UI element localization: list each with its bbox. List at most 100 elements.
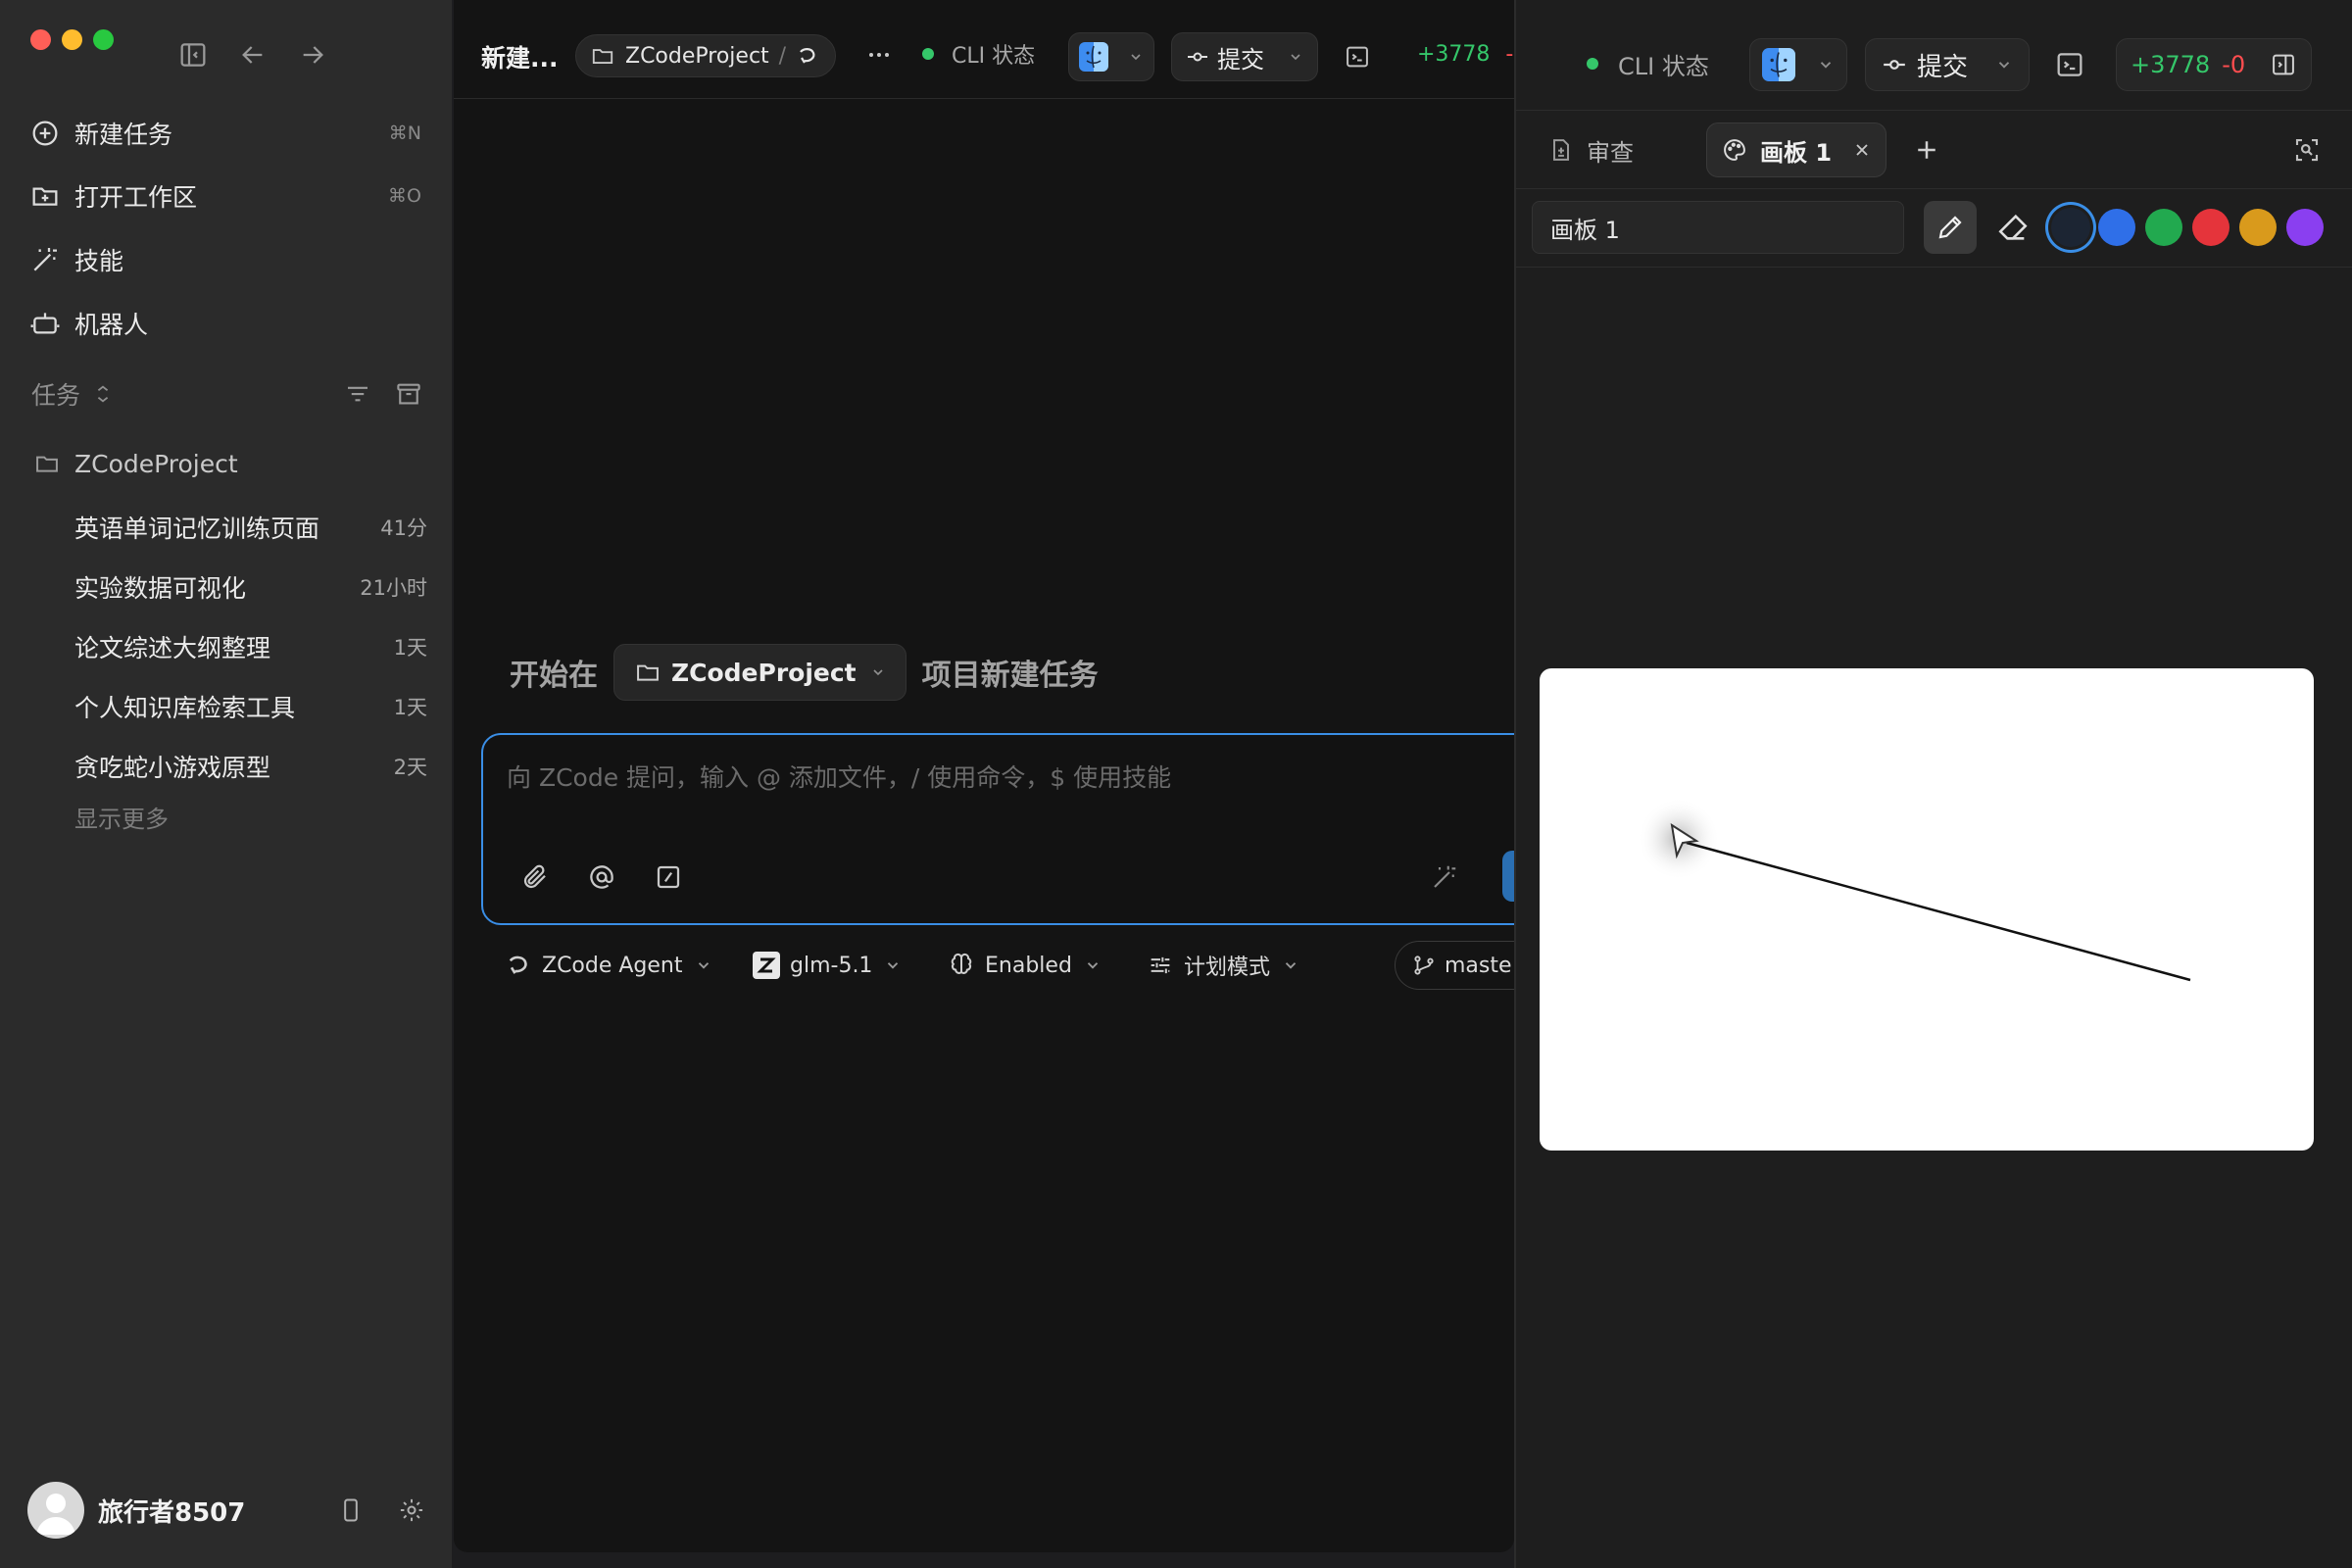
forward-arrow-icon[interactable] bbox=[297, 39, 328, 71]
task-item[interactable]: 实验数据可视化 21小时 bbox=[74, 563, 427, 612]
nav-label: 打开工作区 bbox=[74, 183, 198, 212]
robot-button[interactable]: 机器人 bbox=[29, 300, 421, 347]
divider bbox=[1516, 110, 2352, 111]
color-swatch[interactable] bbox=[2098, 209, 2135, 246]
open-workspace-button[interactable]: 打开工作区 ⌘O bbox=[29, 172, 421, 220]
canvas-panel: CLI 状态 提交 +3778 -0 审查 画板 1 画板 1 bbox=[1514, 0, 2352, 1568]
folder-icon bbox=[634, 659, 662, 686]
board-name-field[interactable]: 画板 1 bbox=[1532, 201, 1904, 254]
add-tab-icon[interactable] bbox=[1912, 135, 1941, 165]
slash-command-icon[interactable] bbox=[654, 862, 683, 892]
magic-wand-icon bbox=[29, 244, 61, 275]
project-name: ZCodeProject bbox=[625, 43, 769, 69]
zoom-window-button[interactable] bbox=[93, 29, 114, 50]
finder-app-selector[interactable] bbox=[1749, 38, 1847, 91]
pen-tool-button[interactable] bbox=[1924, 201, 1977, 254]
task-item[interactable]: 贪吃蛇小游戏原型 2天 bbox=[74, 742, 427, 791]
diff-stats[interactable]: +3778 -0 bbox=[1417, 42, 1514, 67]
start-project-selector[interactable]: ZCodeProject bbox=[613, 644, 906, 701]
color-swatch[interactable] bbox=[2286, 209, 2324, 246]
enhance-prompt-icon[interactable] bbox=[1430, 862, 1459, 892]
skills-button[interactable]: 技能 bbox=[29, 236, 421, 283]
board-name-value: 画板 1 bbox=[1550, 216, 1620, 244]
task-age: 2天 bbox=[393, 756, 427, 779]
filter-icon[interactable] bbox=[343, 379, 372, 409]
prompt-input[interactable]: 向 ZCode 提问，输入 @ 添加文件，/ 使用命令，$ 使用技能 bbox=[507, 759, 1171, 794]
mode-selector[interactable]: 计划模式 bbox=[1147, 942, 1299, 989]
task-item[interactable]: 英语单词记忆训练页面 41分 bbox=[74, 503, 427, 552]
project-item[interactable]: ZCodeProject bbox=[33, 441, 238, 486]
nav-label: 机器人 bbox=[74, 311, 149, 339]
cli-status[interactable]: CLI 状态 bbox=[1587, 47, 1709, 80]
show-more-link[interactable]: 显示更多 bbox=[74, 800, 169, 834]
more-options-icon[interactable] bbox=[865, 45, 893, 65]
back-arrow-icon[interactable] bbox=[237, 39, 269, 71]
task-title: 论文综述大纲整理 bbox=[74, 634, 271, 662]
new-task-button[interactable]: 新建任务 ⌘N bbox=[29, 110, 421, 157]
plus-circle-icon bbox=[29, 118, 61, 149]
cli-status-label: CLI 状态 bbox=[952, 44, 1036, 69]
at-mention-icon[interactable] bbox=[587, 862, 616, 892]
tab-review[interactable]: 审查 bbox=[1547, 125, 1634, 174]
tab-label: 画板 1 bbox=[1760, 138, 1833, 167]
commit-icon bbox=[1186, 45, 1209, 69]
color-swatch[interactable] bbox=[2192, 209, 2230, 246]
commit-button[interactable]: 提交 bbox=[1171, 32, 1318, 81]
divider bbox=[1516, 188, 2352, 189]
drawn-stroke bbox=[1686, 841, 2191, 982]
terminal-icon[interactable] bbox=[1344, 43, 1371, 71]
diff-stats[interactable]: +3778 -0 bbox=[2116, 38, 2312, 91]
status-dot bbox=[922, 48, 934, 60]
task-age: 41分 bbox=[380, 516, 427, 540]
color-swatch[interactable] bbox=[2051, 208, 2090, 247]
agent-logo-icon bbox=[505, 952, 532, 979]
eraser-tool-icon[interactable] bbox=[1996, 211, 2030, 244]
phone-icon[interactable] bbox=[337, 1496, 365, 1524]
terminal-icon[interactable] bbox=[2054, 49, 2085, 80]
archive-icon[interactable] bbox=[394, 379, 423, 409]
prompt-box[interactable]: 向 ZCode 提问，输入 @ 添加文件，/ 使用命令，$ 使用技能 bbox=[481, 733, 1514, 925]
color-swatch[interactable] bbox=[2145, 209, 2182, 246]
collapse-chevrons-icon[interactable] bbox=[92, 383, 114, 405]
panel-toggle-icon[interactable] bbox=[2270, 51, 2297, 78]
project-breadcrumb[interactable]: ZCodeProject / bbox=[575, 34, 836, 77]
folder-icon bbox=[33, 450, 61, 477]
color-swatch[interactable] bbox=[2239, 209, 2277, 246]
agent-selector[interactable]: ZCode Agent bbox=[505, 942, 712, 989]
task-title: 英语单词记忆训练页面 bbox=[74, 514, 320, 543]
commit-button[interactable]: 提交 bbox=[1865, 38, 2030, 91]
agent-logo-icon bbox=[796, 44, 819, 68]
task-item[interactable]: 个人知识库检索工具 1天 bbox=[74, 682, 427, 731]
task-age: 21小时 bbox=[360, 576, 427, 600]
branch-label: maste bbox=[1445, 953, 1512, 978]
sidebar-toggle-icon[interactable] bbox=[177, 39, 209, 71]
gear-icon[interactable] bbox=[398, 1496, 425, 1524]
chevron-down-icon bbox=[870, 664, 886, 680]
minimize-window-button[interactable] bbox=[62, 29, 82, 50]
start-task-line: 开始在 ZCodeProject 项目新建任务 bbox=[510, 644, 1099, 701]
thinking-toggle[interactable]: Enabled bbox=[948, 942, 1102, 989]
model-selector[interactable]: glm-5.1 bbox=[753, 942, 902, 989]
diff-deletions: -0 bbox=[2222, 51, 2246, 78]
canvas-drawing bbox=[1638, 798, 2191, 982]
finder-icon bbox=[1079, 42, 1108, 72]
drawing-canvas[interactable] bbox=[1540, 668, 2314, 1151]
task-age: 1天 bbox=[393, 696, 427, 719]
avatar[interactable] bbox=[27, 1482, 84, 1539]
git-branch-icon bbox=[1411, 953, 1437, 978]
tab-board-1[interactable]: 画板 1 bbox=[1706, 122, 1886, 177]
diff-deletions: -0 bbox=[1505, 42, 1514, 67]
screenshot-focus-icon[interactable] bbox=[2292, 135, 2322, 165]
cli-status[interactable]: CLI 状态 bbox=[922, 39, 1035, 69]
close-window-button[interactable] bbox=[30, 29, 51, 50]
paperclip-icon[interactable] bbox=[520, 862, 550, 892]
branch-selector[interactable]: maste bbox=[1395, 941, 1514, 990]
user-footer: 旅行者8507 bbox=[27, 1482, 429, 1539]
folder-icon bbox=[590, 43, 615, 69]
task-item[interactable]: 论文综述大纲整理 1天 bbox=[74, 622, 427, 671]
close-icon[interactable] bbox=[1852, 140, 1872, 160]
chevron-down-icon bbox=[884, 956, 902, 974]
send-button[interactable] bbox=[1502, 851, 1514, 902]
finder-app-selector[interactable] bbox=[1068, 32, 1154, 81]
palette-icon bbox=[1721, 136, 1748, 164]
